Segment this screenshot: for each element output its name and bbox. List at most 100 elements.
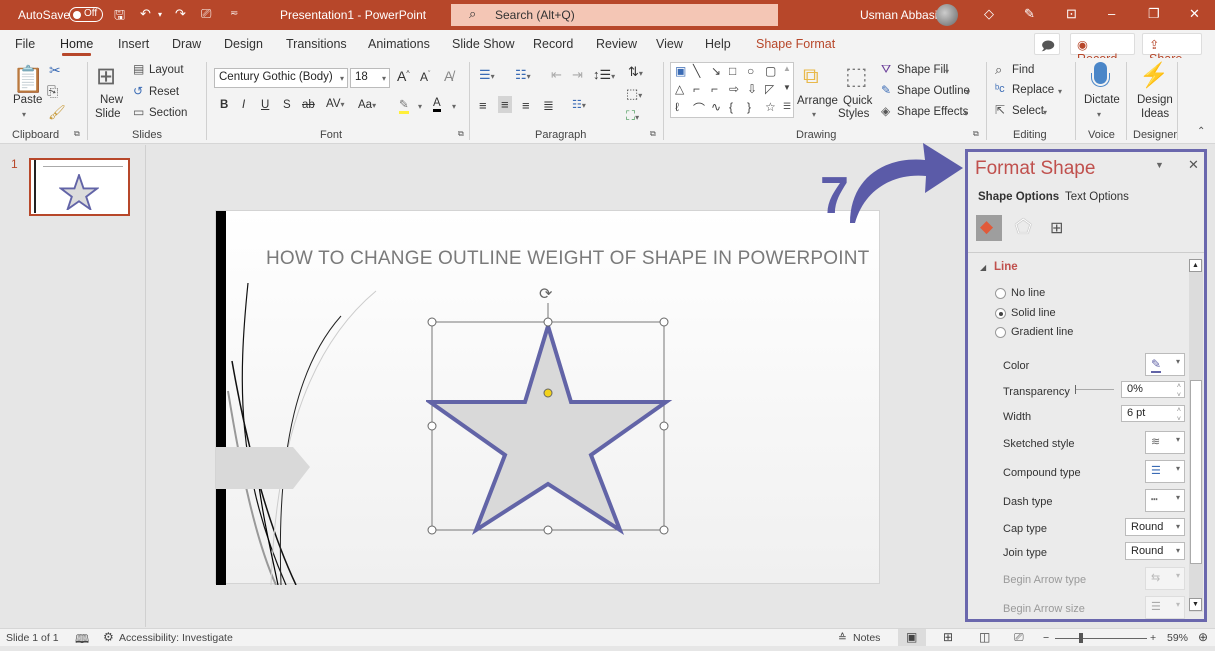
font-color-dropdown-icon[interactable]: ▾ (452, 102, 456, 111)
line-shape[interactable]: ╲ (693, 64, 700, 78)
align-text-button[interactable]: ⬚▾ (626, 86, 642, 102)
oval-shape[interactable]: ○ (747, 64, 754, 78)
width-input[interactable]: 6 pt ˄ ˅ (1121, 405, 1185, 423)
elbow-arrow-shape[interactable]: ⌐ (711, 82, 718, 96)
smartart-button[interactable]: ⛶▾ (626, 108, 639, 124)
autosave-toggle[interactable]: Off (69, 7, 103, 22)
solid-line-label[interactable]: Solid line (1011, 307, 1056, 319)
gallery-more[interactable]: ☰ (783, 101, 791, 112)
decrease-indent-button[interactable]: ⇤ (551, 67, 562, 83)
font-color-button[interactable]: A (433, 97, 441, 112)
font-size-select[interactable]: 18 ▾ (350, 68, 390, 88)
right-arrow-shape[interactable]: ⇨ (729, 82, 739, 96)
freeform-shape[interactable]: ℓ (675, 100, 679, 114)
line-section-header[interactable]: Line (994, 261, 1018, 273)
collapse-ribbon-icon[interactable]: ⌃ (1197, 126, 1205, 137)
tab-shape-options[interactable]: Shape Options (978, 191, 1059, 203)
tab-text-options[interactable]: Text Options (1065, 191, 1129, 203)
no-line-label[interactable]: No line (1011, 287, 1045, 299)
normal-view-button[interactable]: ▣ (898, 629, 926, 646)
tab-draw[interactable]: Draw (172, 37, 201, 51)
tab-view[interactable]: View (656, 37, 683, 51)
undo-icon[interactable]: ↶ (140, 6, 151, 22)
scroll-down-button[interactable]: ▼ (1189, 598, 1202, 611)
no-line-radio[interactable] (995, 288, 1006, 299)
pen-icon[interactable]: ✎ (1024, 6, 1035, 22)
clear-formatting-icon[interactable]: A̸ (444, 68, 453, 84)
flowchart-shape[interactable]: ◸ (765, 82, 774, 96)
slide-sorter-icon[interactable]: ⊞ (943, 630, 953, 644)
justify-button[interactable]: ≣ (543, 98, 554, 114)
gallery-scroll-up[interactable]: ▲ (783, 64, 791, 73)
tab-insert[interactable]: Insert (118, 37, 149, 51)
left-brace-shape[interactable]: { (729, 100, 733, 114)
pane-options-icon[interactable]: ▼ (1155, 160, 1164, 170)
grow-font-icon[interactable]: A^ (397, 68, 410, 84)
tab-review[interactable]: Review (596, 37, 637, 51)
tab-record[interactable]: Record (533, 37, 573, 51)
fit-to-window-icon[interactable]: ⊕ (1198, 630, 1208, 644)
drawing-launcher-icon[interactable]: ⧉ (973, 129, 979, 139)
columns-button[interactable]: ☷▾ (572, 98, 586, 111)
pane-close-icon[interactable]: ✕ (1188, 157, 1199, 173)
scroll-up-button[interactable]: ▲ (1189, 259, 1202, 272)
tab-slide-show[interactable]: Slide Show (452, 37, 515, 51)
undo-dropdown-icon[interactable]: ▾ (158, 10, 162, 19)
size-properties-tab-icon[interactable]: ⊞ (1050, 218, 1063, 238)
rotate-handle-icon[interactable]: ⟳ (539, 286, 553, 303)
strikethrough-button[interactable]: ab (302, 99, 315, 111)
customize-toolbar-icon[interactable]: ≂ (230, 8, 238, 19)
zoom-in-button[interactable]: + (1150, 632, 1156, 644)
pane-scrollbar-thumb[interactable] (1190, 380, 1202, 564)
slide-canvas[interactable]: HOW TO CHANGE OUTLINE WEIGHT OF SHAPE IN… (215, 210, 880, 585)
transparency-slider[interactable] (1076, 389, 1114, 390)
redo-icon[interactable]: ↷ (175, 6, 186, 22)
zoom-out-button[interactable]: − (1043, 632, 1049, 644)
rectangle-shape[interactable]: □ (729, 64, 736, 78)
italic-button[interactable]: I (242, 99, 245, 111)
zoom-slider-thumb[interactable] (1079, 633, 1083, 643)
tab-help[interactable]: Help (705, 37, 731, 51)
restore-icon[interactable]: ❐ (1148, 6, 1160, 22)
reading-view-icon[interactable]: ◫ (979, 630, 990, 644)
format-painter-icon[interactable]: 🖌 (48, 104, 66, 121)
down-arrow-shape[interactable]: ⇩ (747, 82, 757, 96)
align-right-button[interactable]: ≡ (522, 98, 530, 113)
underline-button[interactable]: U (261, 99, 269, 111)
numbering-button[interactable]: ☷▾ (515, 67, 531, 83)
share-button[interactable]: ⇪ Share (1142, 33, 1202, 66)
ribbon-display-icon[interactable]: ⊡ (1066, 6, 1077, 22)
join-type-select[interactable]: Round ▾ (1125, 542, 1185, 560)
dash-type-button[interactable]: ┅ ▾ (1145, 489, 1185, 512)
notes-button[interactable]: Notes (853, 632, 880, 644)
gradient-line-label[interactable]: Gradient line (1011, 326, 1073, 338)
triangle-shape[interactable]: △ (675, 82, 684, 96)
record-button[interactable]: ◉ Record (1070, 33, 1135, 66)
tab-transitions[interactable]: Transitions (286, 37, 347, 51)
sketched-style-button[interactable]: ≋ ▾ (1145, 431, 1185, 454)
avatar[interactable] (936, 4, 958, 26)
adjust-handle[interactable] (543, 388, 553, 398)
compound-type-button[interactable]: ☰ ▾ (1145, 460, 1185, 483)
slideshow-view-icon[interactable]: ⎚ (1014, 630, 1024, 645)
tab-home[interactable]: Home (60, 37, 93, 56)
collapse-section-icon[interactable]: ◢ (980, 263, 986, 272)
notes-icon[interactable]: ≙ (838, 632, 847, 644)
pane-scrollbar[interactable] (1189, 260, 1203, 612)
textbox-shape[interactable]: ▣ (675, 64, 686, 78)
close-icon[interactable]: ✕ (1189, 6, 1200, 22)
copy-icon[interactable]: ⎘ (47, 83, 58, 100)
slide-thumbnail[interactable] (29, 158, 130, 216)
star-shape[interactable]: ☆ (765, 100, 776, 114)
zoom-level[interactable]: 59% (1167, 632, 1188, 644)
font-name-select[interactable]: Century Gothic (Body) ▾ (214, 68, 348, 88)
line-spacing-button[interactable]: ↕☰▾ (593, 67, 615, 83)
arrow-shape[interactable]: ↘ (711, 64, 721, 78)
bullets-button[interactable]: ☰▾ (479, 67, 495, 83)
tab-file[interactable]: File (15, 37, 35, 51)
elbow-connector-shape[interactable]: ⌐ (693, 82, 700, 96)
tab-shape-format[interactable]: Shape Format (756, 37, 835, 51)
tab-design[interactable]: Design (224, 37, 263, 51)
shapes-gallery[interactable]: ▣ ╲ ↘ □ ○ ▢ △ ⌐ ⌐ ⇨ ⇩ ◸ ℓ ⌒ ∿ { } ☆ ▲ ▼ … (670, 62, 794, 118)
tab-animations[interactable]: Animations (368, 37, 430, 51)
